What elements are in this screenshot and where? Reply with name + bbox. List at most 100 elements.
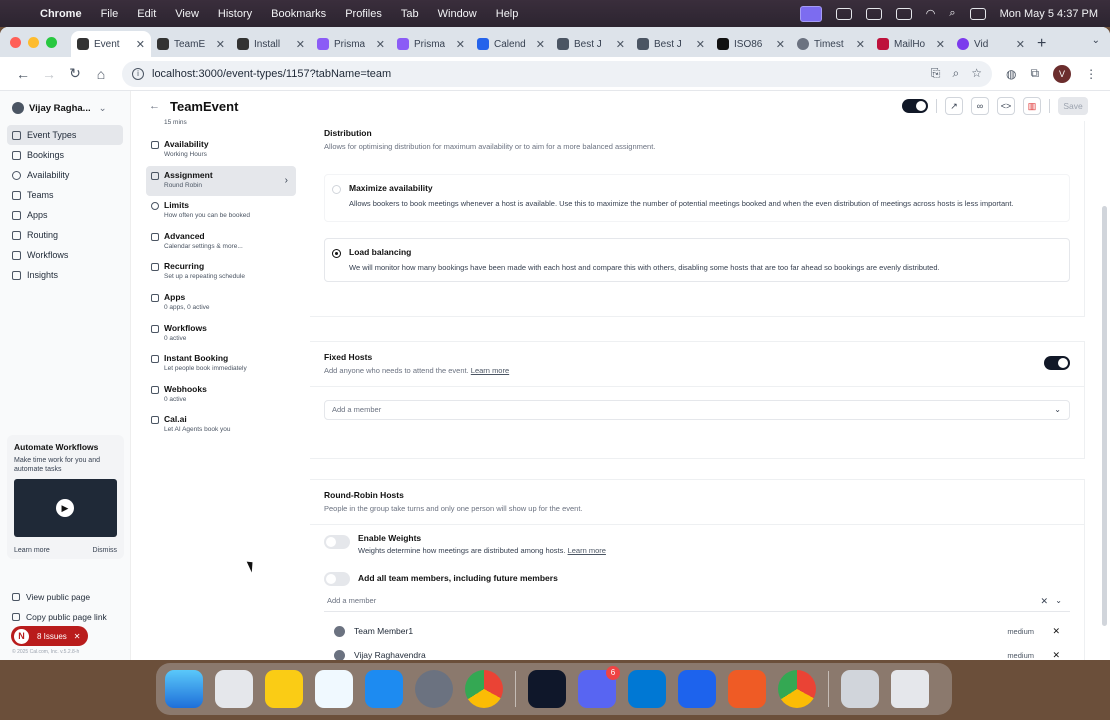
page-scrollbar[interactable] xyxy=(1102,206,1107,626)
tab-close-icon[interactable]: ✕ xyxy=(456,38,465,51)
weather-icon[interactable] xyxy=(835,7,852,20)
launchpad-icon[interactable] xyxy=(215,670,253,708)
embed-code-icon[interactable]: <> xyxy=(997,97,1015,115)
radio-button-selected[interactable] xyxy=(332,249,341,258)
url-text[interactable]: localhost:3000/event-types/1157?tabName=… xyxy=(152,68,391,80)
display-icon[interactable] xyxy=(865,7,882,20)
tab-timestamp[interactable]: Timest ✕ xyxy=(791,31,871,57)
zoom-icon[interactable]: ⌕ xyxy=(953,66,960,81)
tab-best-j-1[interactable]: Best J ✕ xyxy=(551,31,631,57)
enable-weights-toggle[interactable] xyxy=(324,535,350,549)
hidden-toggle[interactable] xyxy=(902,99,928,113)
chrome-icon[interactable] xyxy=(465,670,503,708)
sidebar-item-availability[interactable]: Availability xyxy=(7,165,123,185)
menu-history[interactable]: History xyxy=(218,8,252,20)
tab-calendar[interactable]: Calend ✕ xyxy=(471,31,551,57)
subnav-item-apps[interactable]: Apps 0 apps, 0 active xyxy=(146,288,296,319)
new-tab-icon[interactable]: + xyxy=(1037,31,1046,57)
tab-iso86[interactable]: ISO86 ✕ xyxy=(711,31,791,57)
finder-icon[interactable] xyxy=(165,670,203,708)
view-public-page-link[interactable]: View public page xyxy=(12,587,107,607)
sidebar-item-insights[interactable]: Insights xyxy=(7,265,123,285)
system-settings-icon[interactable] xyxy=(415,670,453,708)
sidebar-item-routing[interactable]: Routing xyxy=(7,225,123,245)
tab-video[interactable]: Vid ✕ xyxy=(951,31,1031,57)
learn-more-link[interactable]: Learn more xyxy=(568,546,606,555)
tab-close-icon[interactable]: ✕ xyxy=(936,38,945,51)
extensions-puzzle-icon[interactable]: ⧉ xyxy=(1030,66,1039,81)
spotlight-search-icon[interactable]: ⌕ xyxy=(949,7,955,20)
menu-view[interactable]: View xyxy=(175,8,199,20)
radio-maximize-availability[interactable]: Maximize availability Allows bookers to … xyxy=(324,174,1070,222)
subnav-item-cal-ai[interactable]: Cal.ai Let AI Agents book you xyxy=(146,410,296,441)
user-menu[interactable]: Vijay Ragha... ⌄ xyxy=(0,91,130,125)
tab-prisma-2[interactable]: Prisma ✕ xyxy=(391,31,471,57)
sidebar-item-apps[interactable]: Apps xyxy=(7,205,123,225)
learn-more-link[interactable]: Learn more xyxy=(471,366,509,375)
radio-button[interactable] xyxy=(332,185,341,194)
discord-icon[interactable]: 6 xyxy=(578,666,620,708)
app-store-icon[interactable] xyxy=(365,670,403,708)
copy-link-icon[interactable]: ∞ xyxy=(971,97,989,115)
subnav-item-workflows[interactable]: Workflows 0 active xyxy=(146,319,296,350)
chevron-down-icon[interactable]: ⌄ xyxy=(1055,592,1062,610)
tab-close-icon[interactable]: ✕ xyxy=(536,38,545,51)
menu-edit[interactable]: Edit xyxy=(137,8,156,20)
promo-video-thumbnail[interactable]: ▶ xyxy=(14,479,117,538)
tab-close-icon[interactable]: ✕ xyxy=(216,38,225,51)
subnav-item-assignment[interactable]: Assignment Round Robin › xyxy=(146,165,296,197)
menu-app[interactable]: Chrome xyxy=(40,8,82,20)
host-priority[interactable]: medium xyxy=(1007,627,1034,636)
promo-dismiss-button[interactable]: Dismiss xyxy=(93,547,118,554)
tab-best-j-2[interactable]: Best J ✕ xyxy=(631,31,711,57)
menu-profiles[interactable]: Profiles xyxy=(345,8,382,20)
subnav-item-availability[interactable]: Availability Working Hours xyxy=(146,135,296,166)
tab-close-icon[interactable]: ✕ xyxy=(776,38,785,51)
menu-tab[interactable]: Tab xyxy=(401,8,419,20)
reload-icon[interactable]: ↻ xyxy=(62,65,88,82)
copy-public-link[interactable]: Copy public page link xyxy=(12,607,107,627)
wifi-icon[interactable]: ◠ xyxy=(926,7,936,20)
fixed-hosts-toggle[interactable] xyxy=(1044,356,1070,370)
clear-icon[interactable]: ✕ xyxy=(1040,592,1048,610)
add-all-members-toggle[interactable] xyxy=(324,572,350,586)
remove-host-icon[interactable]: ✕ xyxy=(1052,626,1060,637)
chrome-menu-icon[interactable]: ⋮ xyxy=(1085,67,1097,81)
close-icon[interactable]: ✕ xyxy=(74,632,81,641)
subnav-item-advanced[interactable]: Advanced Calendar settings & more... xyxy=(146,227,296,258)
install-app-icon[interactable]: ⎘ xyxy=(931,66,941,81)
zoom-window-button[interactable] xyxy=(46,36,57,48)
menu-help[interactable]: Help xyxy=(496,8,519,20)
remove-host-icon[interactable]: ✕ xyxy=(1052,650,1060,661)
battery-icon[interactable] xyxy=(895,7,912,20)
tab-close-icon[interactable]: ✕ xyxy=(616,38,625,51)
host-priority[interactable]: medium xyxy=(1007,651,1034,660)
close-window-button[interactable] xyxy=(10,36,21,48)
tab-close-icon[interactable]: ✕ xyxy=(696,38,705,51)
tab-close-icon[interactable]: ✕ xyxy=(136,38,145,51)
tab-close-icon[interactable]: ✕ xyxy=(856,38,865,51)
vscode-icon[interactable] xyxy=(628,670,666,708)
profile-avatar[interactable]: V xyxy=(1053,64,1072,83)
back-icon[interactable]: ← xyxy=(10,66,36,82)
notes-icon[interactable] xyxy=(265,670,303,708)
menubar-datetime[interactable]: Mon May 5 4:37 PM xyxy=(1000,8,1098,20)
radio-load-balancing[interactable]: Load balancing We will monitor how many … xyxy=(324,238,1070,282)
tab-close-icon[interactable]: ✕ xyxy=(376,38,385,51)
address-bar[interactable]: i localhost:3000/event-types/1157?tabNam… xyxy=(122,60,992,87)
issues-badge[interactable]: N 8 Issues ✕ xyxy=(11,626,88,646)
back-arrow-icon[interactable]: ← xyxy=(149,100,160,112)
freeform-icon[interactable] xyxy=(315,670,353,708)
subnav-item-instant-booking[interactable]: Instant Booking Let people book immediate… xyxy=(146,349,296,380)
promo-learn-more-link[interactable]: Learn more xyxy=(14,547,50,554)
control-center-icon[interactable] xyxy=(969,7,986,20)
tab-event[interactable]: Event ✕ xyxy=(71,31,151,57)
sidebar-item-event-types[interactable]: Event Types xyxy=(7,125,123,145)
menu-file[interactable]: File xyxy=(101,8,119,20)
preview-icon[interactable]: ↗ xyxy=(945,97,963,115)
extension-icon[interactable]: ◍ xyxy=(1006,67,1016,81)
docker-icon[interactable] xyxy=(678,670,716,708)
bookmark-star-icon[interactable]: ☆ xyxy=(971,66,982,81)
subnav-item-webhooks[interactable]: Webhooks 0 active xyxy=(146,380,296,411)
menu-window[interactable]: Window xyxy=(438,8,477,20)
